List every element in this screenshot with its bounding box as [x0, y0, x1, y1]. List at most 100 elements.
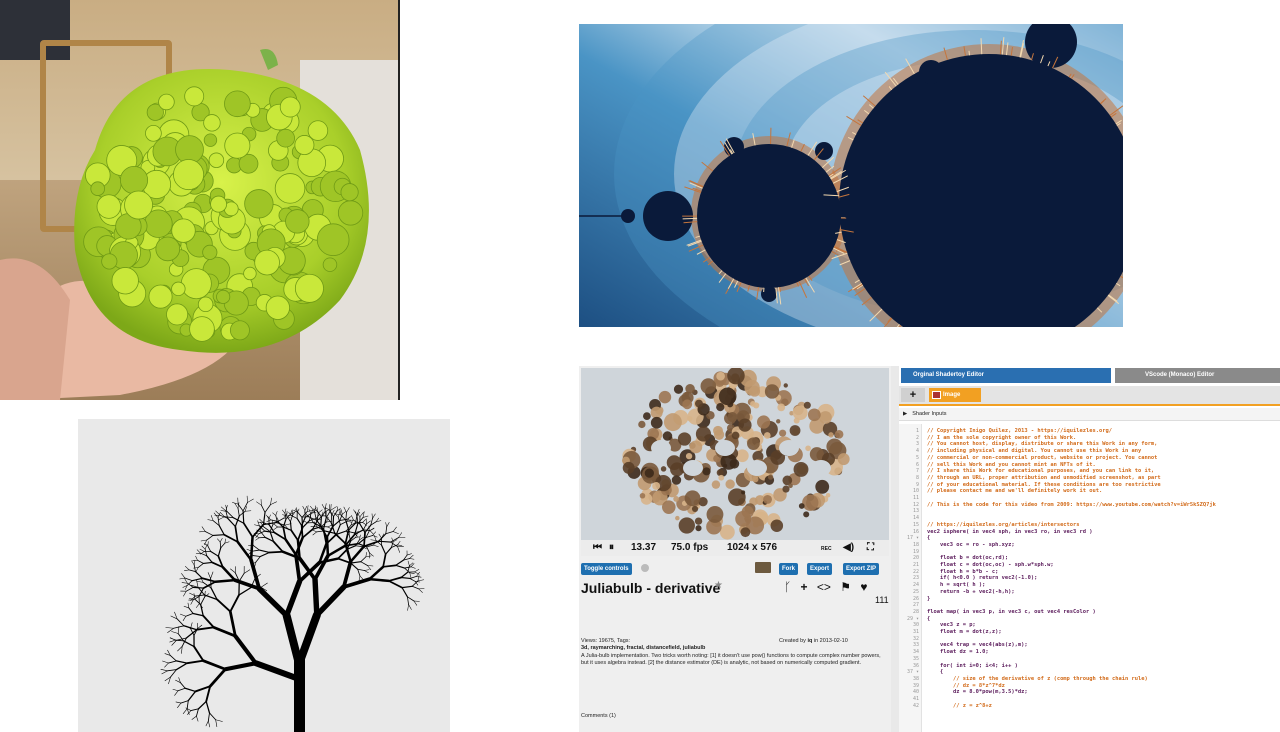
bulb-detail — [757, 415, 771, 429]
tree-background — [78, 419, 450, 732]
romanesco-bud — [285, 209, 310, 234]
code-line: float c = dot(oc,oc) - sph.w*sph.w; — [927, 562, 1054, 568]
bulb-detail — [749, 385, 761, 397]
romanesco-bud — [208, 152, 225, 168]
bulb-detail — [684, 391, 690, 397]
fork-icon[interactable]: ᚴ — [784, 580, 791, 594]
bulb-detail — [700, 378, 717, 394]
romanesco-bud — [307, 120, 329, 141]
bulb-detail — [783, 383, 788, 388]
romanesco-bud — [243, 266, 257, 281]
code-line: } — [927, 595, 931, 602]
romanesco-bud — [254, 249, 280, 276]
flag-icon[interactable]: ⚑ — [840, 580, 851, 594]
shadertoy-left-panel: ⏮ ⏸ 13.37 75.0 fps 1024 x 576 REC ◀) ⛶ T… — [579, 366, 891, 732]
romanesco-bud — [203, 133, 218, 147]
shader-inputs-label: Shader Inputs — [912, 411, 947, 417]
add-playlist-icon[interactable]: + — [801, 580, 808, 594]
bulb-detail — [819, 411, 832, 424]
shader-viewport[interactable] — [581, 368, 889, 540]
fullscreen-icon[interactable]: ⛶ — [867, 542, 874, 553]
line-number: 24 — [912, 582, 919, 589]
shader-tab-row: + Image — [899, 386, 1280, 406]
line-number: 16 — [912, 528, 919, 535]
romanesco-bud — [166, 303, 189, 326]
bulb-detail — [779, 429, 787, 437]
bulb-detail — [803, 511, 810, 518]
romanesco-bud — [316, 223, 350, 257]
bulb-detail — [684, 490, 701, 507]
romanesco-bud — [265, 295, 290, 320]
line-number: 13 — [912, 508, 919, 515]
created-date: in 2013-02-10 — [812, 638, 848, 644]
code-line: float m = dot(z,z); — [927, 629, 1002, 635]
resolution-readout[interactable]: 1024 x 576 — [727, 542, 777, 553]
bulb-detail — [687, 416, 693, 422]
branch — [214, 578, 237, 583]
export-zip-button[interactable]: Export ZIP — [843, 563, 880, 575]
comments-heading[interactable]: Comments (1) — [581, 713, 616, 720]
bulb-detail — [782, 485, 790, 493]
romanesco-bud — [173, 159, 205, 191]
bulb-detail — [689, 440, 703, 454]
add-tab-button[interactable]: + — [901, 388, 925, 402]
tab-vscode-editor[interactable]: VScode (Monaco) Editor — [1115, 368, 1280, 383]
code-line: // through an URL, proper attribution an… — [927, 474, 1161, 481]
bulb-detail — [675, 515, 680, 521]
line-number: 32 — [912, 635, 919, 642]
tab-image[interactable]: Image — [929, 388, 981, 402]
bulb-detail — [666, 455, 682, 471]
romanesco-bud — [276, 128, 295, 148]
romanesco-bud — [274, 173, 306, 204]
line-number: 25 — [912, 588, 919, 595]
star-icon[interactable]: ★ — [714, 580, 723, 591]
fractal-tree-image — [78, 419, 450, 732]
thumbnail-icon[interactable] — [755, 562, 771, 573]
line-number: 30 — [912, 622, 919, 629]
embed-icon[interactable]: <> — [817, 580, 831, 594]
leaf — [260, 49, 278, 70]
code-line: { — [927, 615, 931, 622]
settings-icon[interactable] — [641, 564, 649, 572]
side-bulb — [815, 142, 833, 160]
branch — [219, 541, 222, 549]
heart-icon[interactable]: ♥ — [860, 580, 867, 594]
bulb-detail — [740, 527, 751, 538]
romanesco-bud — [148, 284, 173, 309]
tag-list[interactable]: 3d, raymarching, fractal, distancefield,… — [581, 645, 705, 652]
line-number: 37 ▾ — [906, 669, 919, 676]
expand-arrow-icon: ▶ — [903, 411, 908, 417]
branch — [268, 550, 284, 554]
wrist — [0, 258, 70, 400]
line-number: 1 — [915, 428, 919, 434]
line-number: 42 — [912, 702, 919, 709]
code-line: // Copyright Inigo Quilez, 2013 - https:… — [927, 428, 1112, 434]
line-number: 19 — [912, 548, 919, 555]
mandelbrot-svg — [579, 24, 1123, 327]
romanesco-bud — [101, 253, 118, 270]
bulb-detail — [660, 466, 667, 472]
rewind-icon[interactable]: ⏮ — [593, 542, 602, 553]
code-editor[interactable]: 1 2 3 4 5 6 7 8 9 10 11 12 13 14 15 16 17 ▾ 18 19 20 21 22 23 2… — [899, 424, 1280, 732]
export-button[interactable]: Export — [807, 563, 833, 575]
volume-icon[interactable]: ◀) — [843, 542, 854, 553]
bulb-detail — [639, 492, 646, 499]
record-label[interactable]: REC — [821, 546, 832, 552]
tab-original-editor[interactable]: Orginal Shadertoy Editor — [901, 368, 1111, 383]
romanesco-bud — [90, 181, 106, 196]
toggle-controls-button[interactable]: Toggle controls — [581, 563, 632, 575]
likes-count: 111 — [875, 595, 889, 605]
playback-bar: ⏮ ⏸ 13.37 75.0 fps 1024 x 576 REC ◀) ⛶ — [581, 540, 889, 556]
romanesco-bud — [111, 267, 139, 295]
shader-inputs-row[interactable]: ▶ Shader Inputs — [899, 408, 1280, 421]
fork-button[interactable]: Fork — [779, 563, 799, 575]
mandelbrot-image — [579, 24, 1123, 327]
line-number: 5 — [915, 454, 919, 461]
line-number: 10 — [912, 488, 919, 495]
bulb-detail — [650, 416, 663, 429]
line-number: 17 ▾ — [906, 535, 919, 542]
pause-icon[interactable]: ⏸ — [609, 542, 614, 553]
code-line: for( int i=0; i<4; i++ ) — [927, 662, 1018, 669]
code-line: h = sqrt( h ); — [927, 582, 986, 589]
code-line: // dz = 8*z^7*dz — [927, 682, 1005, 689]
